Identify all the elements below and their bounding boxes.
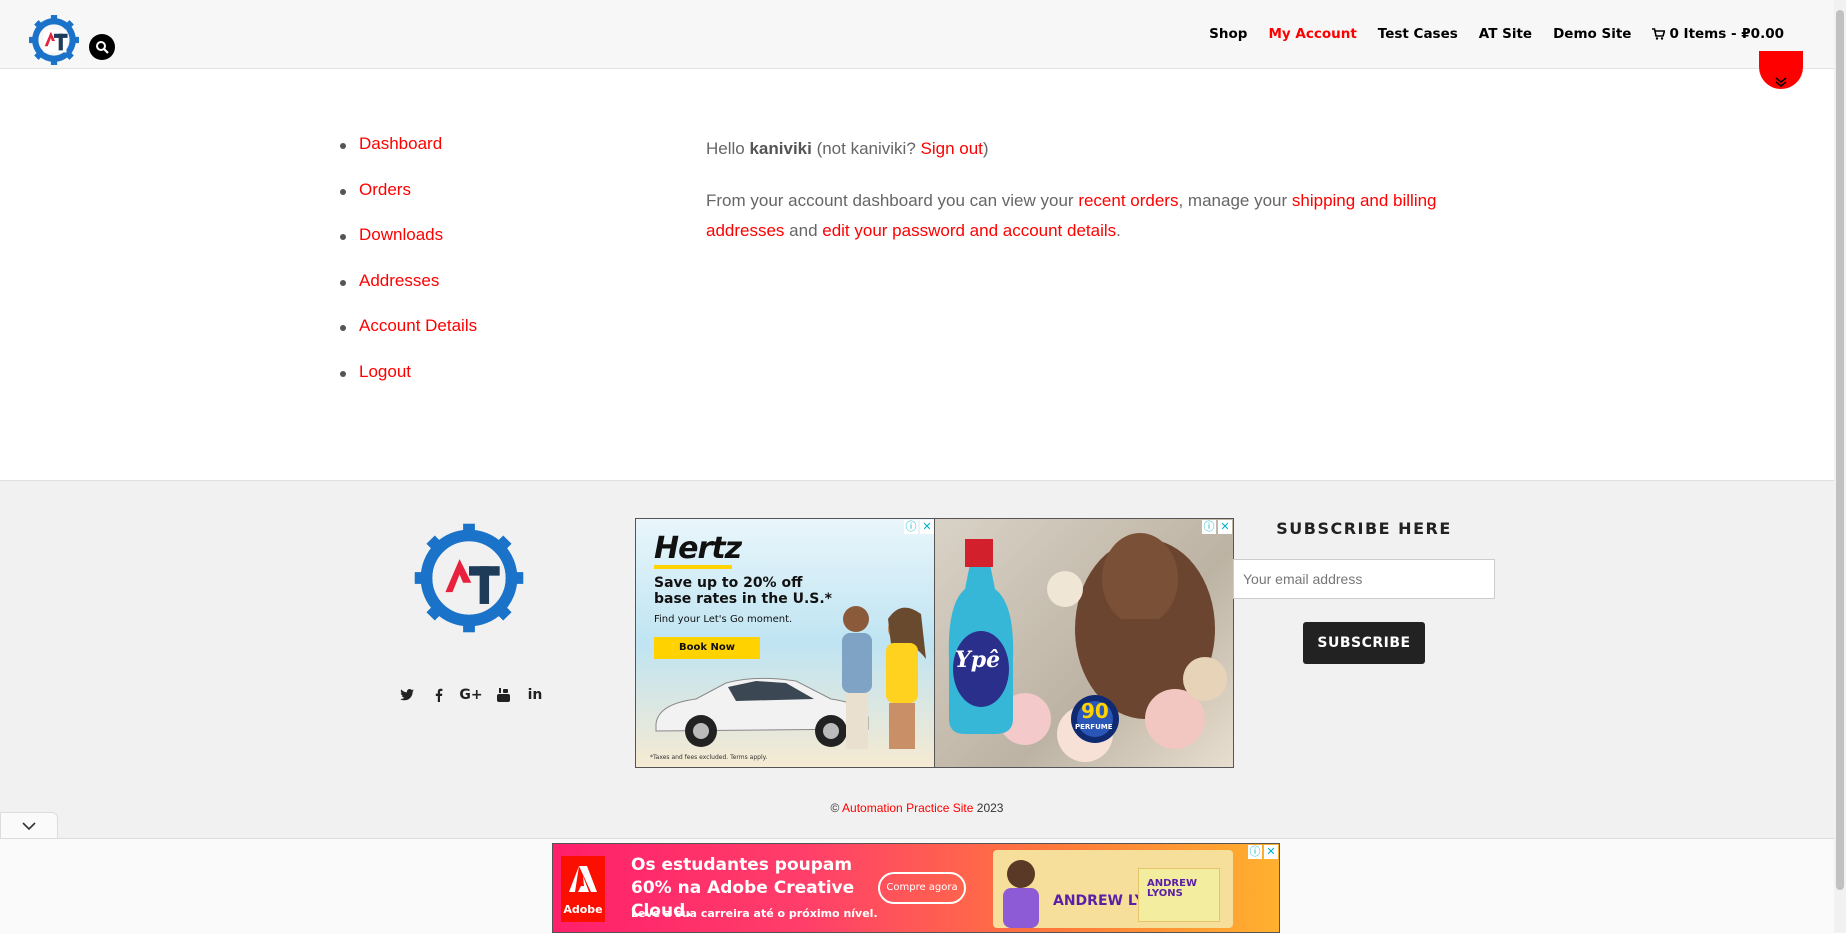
sign-out-link[interactable]: Sign out — [921, 139, 983, 158]
dashboard-description: From your account dashboard you can view… — [706, 186, 1466, 246]
greeting-close: ) — [982, 139, 989, 158]
account-nav-downloads[interactable]: Downloads — [359, 225, 443, 245]
copyright-year: 2023 — [976, 801, 1004, 815]
linkedin-icon[interactable]: in — [526, 686, 544, 704]
adobe-ad[interactable]: Adobe Os estudantes poupam 60% na Adobe … — [552, 843, 1280, 933]
copyright-symbol: © — [830, 801, 840, 815]
ad-close-icon[interactable]: ✕ — [1218, 520, 1232, 534]
account-dashboard-content: Hello kaniviki (not kaniviki? Sign out) … — [706, 134, 1466, 268]
scroll-toggle-button[interactable] — [1759, 51, 1803, 89]
greeting-hello: Hello — [706, 139, 750, 158]
search-icon — [96, 41, 109, 54]
nav-my-account[interactable]: My Account — [1268, 26, 1356, 42]
recent-orders-link[interactable]: recent orders — [1078, 191, 1178, 210]
person-image — [1003, 860, 1039, 928]
account-nav-orders[interactable]: Orders — [359, 180, 411, 200]
greeting-line: Hello kaniviki (not kaniviki? Sign out) — [706, 134, 1466, 164]
page-scrollbar[interactable] — [1834, 0, 1846, 933]
greeting-not-user: (not kaniviki? — [811, 139, 921, 158]
ype-badge-text: PERFUME — [1075, 723, 1113, 731]
footer-logo[interactable] — [410, 516, 528, 640]
account-navigation: Dashboard Orders Downloads Addresses Acc… — [340, 134, 477, 408]
dashboard-end: . — [1116, 221, 1121, 240]
ad-controls: ⓘ ✕ — [1248, 845, 1278, 859]
email-input[interactable] — [1233, 559, 1495, 599]
site-logo[interactable] — [28, 14, 80, 66]
double-chevron-down-icon — [1775, 77, 1787, 87]
ype-badge-number: 90 — [1081, 699, 1109, 723]
adobe-logo-icon — [569, 866, 597, 892]
subscribe-heading: SUBSCRIBE HERE — [1276, 519, 1452, 538]
adobe-profile-card: ANDREW LYONS ANDREW LYONS — [993, 850, 1233, 928]
ad-info-icon[interactable]: ⓘ — [904, 520, 918, 534]
hertz-subtext: Find your Let's Go moment. — [654, 614, 793, 625]
ad-close-icon[interactable]: ✕ — [920, 520, 934, 534]
search-button[interactable] — [89, 34, 115, 60]
username: kaniviki — [749, 139, 812, 158]
nav-shop[interactable]: Shop — [1209, 26, 1247, 42]
account-nav-addresses[interactable]: Addresses — [359, 271, 439, 291]
twitter-icon[interactable] — [398, 686, 416, 704]
ad-info-icon[interactable]: ⓘ — [1202, 520, 1216, 534]
site-header: Shop My Account Test Cases AT Site Demo … — [0, 0, 1834, 69]
chevron-down-icon — [22, 822, 36, 831]
main-nav: Shop My Account Test Cases AT Site Demo … — [1209, 26, 1784, 42]
edit-account-link[interactable]: edit your password and account details — [822, 221, 1116, 240]
ype-ad[interactable]: Ypê 90 PERFUME ⓘ ✕ — [934, 518, 1234, 768]
account-nav-item: Account Details — [340, 316, 477, 362]
account-nav-item: Orders — [340, 180, 477, 226]
dashboard-and: and — [784, 221, 823, 240]
adobe-person-name-small: ANDREW LYONS — [1147, 878, 1197, 899]
hertz-fine-print: *Taxes and fees excluded. Terms apply. — [650, 754, 768, 761]
account-nav-account-details[interactable]: Account Details — [359, 316, 477, 336]
ad-controls: ⓘ ✕ — [1202, 520, 1232, 534]
adobe-mini-card: ANDREW LYONS — [1138, 868, 1220, 922]
ad-controls: ⓘ ✕ — [904, 520, 934, 534]
account-nav-item: Logout — [340, 362, 477, 408]
account-nav-logout[interactable]: Logout — [359, 362, 411, 382]
account-nav-item: Addresses — [340, 271, 477, 317]
people-image — [842, 606, 926, 749]
adobe-logo: Adobe — [561, 856, 605, 922]
scrollbar-thumb[interactable] — [1836, 10, 1844, 890]
account-nav-item: Dashboard — [340, 134, 477, 180]
adobe-subtext: Leve a sua carreira até o próximo nível. — [631, 907, 878, 920]
nav-cart[interactable]: 0 Items - ₽0.00 — [1652, 26, 1784, 42]
social-links: G+ in — [398, 686, 544, 704]
dashboard-intro: From your account dashboard you can view… — [706, 191, 1079, 210]
copyright-link[interactable]: Automation Practice Site — [842, 801, 973, 815]
facebook-icon[interactable] — [430, 686, 448, 704]
account-nav-dashboard[interactable]: Dashboard — [359, 134, 442, 154]
hertz-logo: Hertz — [654, 531, 742, 569]
ype-brand: Ypê — [955, 647, 1001, 673]
anchor-ad-toggle[interactable] — [0, 812, 58, 839]
adobe-buy-button[interactable]: Compre agora — [878, 872, 966, 904]
hertz-book-now-button[interactable]: Book Now — [654, 637, 760, 659]
youtube-icon[interactable] — [494, 686, 512, 704]
hertz-headline: Save up to 20% off base rates in the U.S… — [654, 575, 832, 607]
ad-info-icon[interactable]: ⓘ — [1248, 845, 1262, 859]
nav-test-cases[interactable]: Test Cases — [1378, 26, 1458, 42]
copyright: © Automation Practice Site 2023 — [0, 801, 1834, 815]
cart-icon — [1652, 28, 1666, 40]
cart-summary: 0 Items - ₽0.00 — [1669, 26, 1784, 42]
adobe-logo-text: Adobe — [563, 903, 603, 916]
subscribe-button[interactable]: SUBSCRIBE — [1303, 622, 1425, 664]
ad-close-icon[interactable]: ✕ — [1264, 845, 1278, 859]
google-plus-icon[interactable]: G+ — [459, 686, 482, 704]
nav-at-site[interactable]: AT Site — [1479, 26, 1532, 42]
account-nav-item: Downloads — [340, 225, 477, 271]
nav-demo-site[interactable]: Demo Site — [1553, 26, 1631, 42]
hertz-ad[interactable]: Hertz Save up to 20% off base rates in t… — [635, 518, 935, 768]
dashboard-mid: , manage your — [1178, 191, 1292, 210]
site-footer: G+ in Hertz Save up to 20% off base rate… — [0, 480, 1834, 841]
